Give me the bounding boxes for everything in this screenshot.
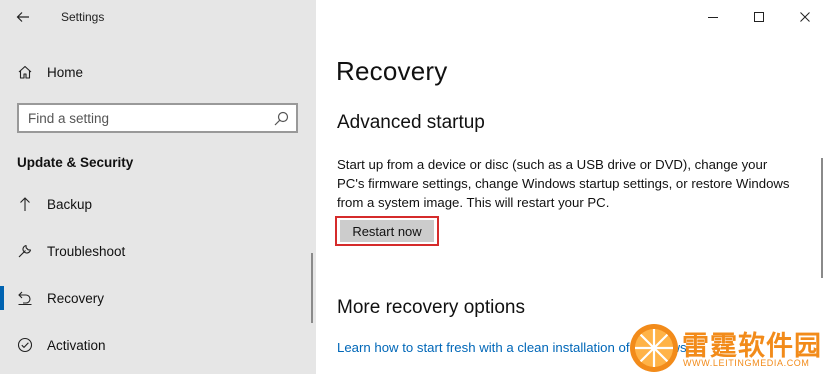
app-title: Settings	[61, 10, 105, 24]
section-title: Update & Security	[17, 155, 134, 170]
maximize-icon	[754, 12, 764, 22]
sidebar-item-troubleshoot[interactable]: Troubleshoot	[0, 231, 316, 271]
sidebar-item-activation[interactable]: Activation	[0, 325, 316, 365]
back-button[interactable]	[8, 3, 38, 31]
watermark-url: WWW.LEITINGMEDIA.COM	[683, 358, 810, 368]
sidebar-item-backup[interactable]: Backup	[0, 184, 316, 224]
sidebar-item-label: Activation	[47, 337, 106, 353]
wrench-icon	[16, 242, 34, 260]
orange-slice-logo-icon	[630, 324, 678, 372]
sidebar-item-label: Troubleshoot	[47, 243, 126, 259]
search-icon[interactable]	[273, 111, 289, 127]
selection-indicator	[0, 286, 4, 310]
back-arrow-icon	[16, 12, 29, 22]
home-icon	[16, 63, 34, 81]
close-icon	[800, 12, 810, 22]
sidebar-item-label: Backup	[47, 196, 93, 212]
search-input[interactable]	[19, 105, 296, 131]
home-nav-item[interactable]: Home	[0, 52, 316, 92]
recovery-icon	[16, 289, 34, 307]
close-button[interactable]	[782, 4, 827, 30]
minimize-icon	[708, 17, 718, 18]
sidebar-scrollbar[interactable]	[311, 253, 313, 323]
minimize-button[interactable]	[690, 4, 736, 30]
page-title: Recovery	[336, 56, 448, 86]
more-recovery-heading: More recovery options	[337, 297, 525, 318]
sidebar-item-label: Recovery	[47, 290, 105, 306]
home-label: Home	[47, 64, 84, 80]
main-scrollbar[interactable]	[821, 158, 823, 278]
maximize-button[interactable]	[736, 4, 782, 30]
activation-check-icon	[16, 336, 34, 354]
sidebar-item-recovery[interactable]: Recovery	[0, 278, 316, 318]
restart-now-button[interactable]: Restart now	[340, 220, 434, 242]
sidebar: Settings Home Update & Security Backup	[0, 0, 316, 374]
backup-arrow-icon	[16, 195, 34, 213]
search-box	[17, 103, 298, 133]
main-content: Recovery Advanced startup Start up from …	[316, 0, 827, 374]
watermark: 雷霆软件园 WWW.LEITINGMEDIA.COM	[626, 322, 827, 374]
advanced-startup-heading: Advanced startup	[337, 112, 485, 133]
advanced-startup-description: Start up from a device or disc (such as …	[337, 157, 790, 210]
